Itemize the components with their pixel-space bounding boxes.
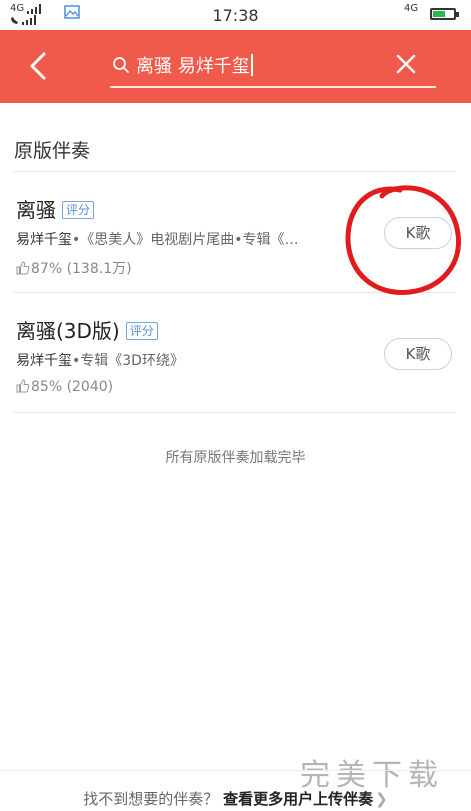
song-album-info: •专辑《3D环绕》 — [72, 353, 184, 369]
thumbs-up-icon — [16, 379, 30, 393]
bottom-divider — [0, 770, 471, 771]
network-type-right: 4G — [404, 3, 418, 14]
song-rating: 87% (138.1万) — [16, 258, 132, 278]
song-title-text: 离骚(3D版) — [16, 319, 120, 343]
battery-icon — [430, 8, 459, 20]
status-bar: 4G 17:38 4G — [0, 0, 471, 30]
karaoke-button[interactable]: K歌 — [384, 338, 452, 370]
close-icon — [396, 54, 416, 74]
song-rating-text: 87% (138.1万) — [31, 261, 132, 277]
list-end-note: 所有原版伴奏加载完毕 — [165, 450, 306, 466]
song-album-info: •《思美人》电视剧片尾曲•专辑《… — [72, 232, 299, 248]
thumbs-up-icon — [16, 261, 30, 275]
bottom-upload-prompt: 找不到想要的伴奏？ 查看更多用户上传伴奏 ❯ — [0, 788, 471, 809]
status-time: 17:38 — [212, 6, 259, 25]
search-underline — [110, 86, 436, 88]
red-circle-annotation — [345, 185, 461, 295]
song-list-item[interactable]: 离骚(3D版) 评分 易烊千玺•专辑《3D环绕》 85% (2040) K歌 — [0, 293, 471, 413]
network-type-right-label: 4G — [404, 3, 419, 14]
rating-badge[interactable]: 评分 — [62, 201, 95, 219]
back-button[interactable] — [18, 46, 58, 86]
text-caret — [250, 54, 253, 76]
search-field[interactable]: 离骚 易烊千玺 — [110, 46, 436, 88]
rating-badge[interactable]: 评分 — [125, 322, 158, 340]
song-title-text: 离骚 — [16, 198, 56, 222]
song-title: 离骚(3D版) 评分 — [16, 315, 158, 344]
song-meta: 易烊千玺•《思美人》电视剧片尾曲•专辑《… — [16, 229, 334, 249]
song-title: 离骚 评分 — [16, 194, 95, 223]
song-rating-text: 85% (2040) — [31, 379, 114, 395]
bottom-question: 找不到想要的伴奏？ — [83, 790, 219, 808]
search-input-value: 离骚 易烊千玺 — [136, 56, 250, 77]
search-icon — [113, 57, 129, 73]
clear-search-button[interactable] — [392, 50, 420, 78]
search-input[interactable]: 离骚 易烊千玺 — [136, 52, 253, 78]
song-artist: 易烊千玺 — [16, 232, 72, 248]
more-uploads-link[interactable]: 查看更多用户上传伴奏 — [223, 790, 373, 808]
chevron-left-icon — [30, 52, 46, 80]
section-title: 原版伴奏 — [14, 140, 91, 162]
song-rating: 85% (2040) — [16, 379, 113, 395]
song-artist: 易烊千玺 — [16, 353, 72, 369]
search-header: 离骚 易烊千玺 — [0, 30, 471, 103]
row-divider — [14, 412, 455, 413]
song-meta: 易烊千玺•专辑《3D环绕》 — [16, 350, 334, 370]
chevron-right-icon: ❯ — [375, 790, 388, 808]
